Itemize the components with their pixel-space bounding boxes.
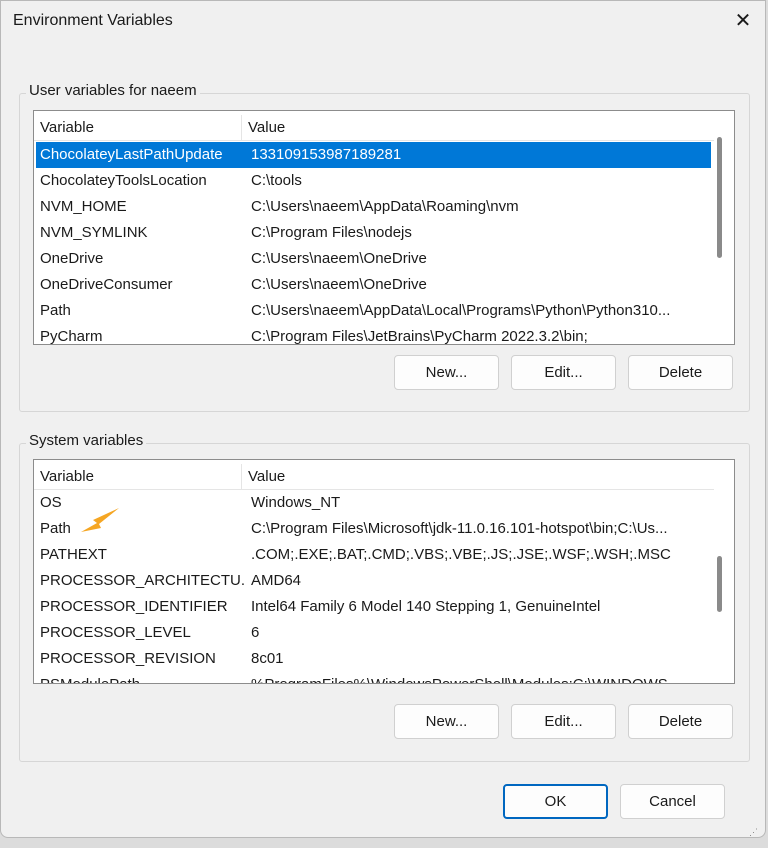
variable-name: OneDriveConsumer xyxy=(36,272,244,298)
variable-name: OS xyxy=(36,490,244,516)
cancel-button[interactable]: Cancel xyxy=(620,784,725,819)
environment-variables-dialog: Environment Variables ✕ User variables f… xyxy=(0,0,766,838)
table-row[interactable]: PROCESSOR_LEVEL6 xyxy=(36,620,711,646)
variable-name: ChocolateyLastPathUpdate xyxy=(36,142,244,168)
variable-name: PROCESSOR_IDENTIFIER xyxy=(36,594,244,620)
table-row[interactable]: PyCharmC:\Program Files\JetBrains\PyChar… xyxy=(36,324,711,345)
variable-name: Path xyxy=(36,298,244,324)
table-row[interactable]: ChocolateyToolsLocationC:\tools xyxy=(36,168,711,194)
variable-value: C:\Users\naeem\AppData\Local\Programs\Py… xyxy=(244,298,711,324)
scrollbar[interactable] xyxy=(717,556,722,612)
table-row[interactable]: NVM_HOMEC:\Users\naeem\AppData\Roaming\n… xyxy=(36,194,711,220)
variable-value: C:\Users\naeem\AppData\Roaming\nvm xyxy=(244,194,711,220)
variable-name: PROCESSOR_LEVEL xyxy=(36,620,244,646)
list-header: Variable Value xyxy=(34,115,714,141)
close-icon[interactable]: ✕ xyxy=(729,7,757,35)
scrollbar[interactable] xyxy=(717,137,722,258)
variable-value: 8c01 xyxy=(244,646,711,672)
variable-value: .COM;.EXE;.BAT;.CMD;.VBS;.VBE;.JS;.JSE;.… xyxy=(244,542,711,568)
variable-name: Path xyxy=(36,516,244,542)
system-variables-list[interactable]: Variable Value OSWindows_NTPathC:\Progra… xyxy=(33,459,735,684)
system-new-button[interactable]: New... xyxy=(394,704,499,739)
variable-name: PSModulePath xyxy=(36,672,244,684)
table-row[interactable]: PSModulePath%ProgramFiles%\WindowsPowerS… xyxy=(36,672,711,684)
column-header-variable[interactable]: Variable xyxy=(34,115,242,140)
variable-value: C:\tools xyxy=(244,168,711,194)
system-variables-group: System variables Variable Value OSWindow… xyxy=(19,443,750,762)
variable-value: %ProgramFiles%\WindowsPowerShell\Modules… xyxy=(244,672,711,684)
user-new-button[interactable]: New... xyxy=(394,355,499,390)
ok-button[interactable]: OK xyxy=(503,784,608,819)
system-delete-button[interactable]: Delete xyxy=(628,704,733,739)
list-header: Variable Value xyxy=(34,464,714,490)
variable-value: 133109153987189281 xyxy=(244,142,711,168)
variable-name: NVM_HOME xyxy=(36,194,244,220)
variable-value: AMD64 xyxy=(244,568,711,594)
variable-name: NVM_SYMLINK xyxy=(36,220,244,246)
system-edit-button[interactable]: Edit... xyxy=(511,704,616,739)
column-header-variable[interactable]: Variable xyxy=(34,464,242,489)
variable-value: C:\Users\naeem\OneDrive xyxy=(244,246,711,272)
variable-name: ChocolateyToolsLocation xyxy=(36,168,244,194)
table-row[interactable]: PROCESSOR_ARCHITECTU...AMD64 xyxy=(36,568,711,594)
variable-value: C:\Program Files\nodejs xyxy=(244,220,711,246)
resize-grip-icon[interactable]: ⋰ xyxy=(749,827,758,838)
variable-value: Intel64 Family 6 Model 140 Stepping 1, G… xyxy=(244,594,711,620)
table-row[interactable]: OneDriveC:\Users\naeem\OneDrive xyxy=(36,246,711,272)
table-row[interactable]: PROCESSOR_REVISION8c01 xyxy=(36,646,711,672)
user-variables-label: User variables for naeem xyxy=(26,82,200,99)
table-row[interactable]: PROCESSOR_IDENTIFIERIntel64 Family 6 Mod… xyxy=(36,594,711,620)
variable-name: PATHEXT xyxy=(36,542,244,568)
column-header-value[interactable]: Value xyxy=(242,115,285,140)
variable-name: PyCharm xyxy=(36,324,244,345)
table-row[interactable]: ChocolateyLastPathUpdate1331091539871892… xyxy=(36,142,711,168)
user-variables-list[interactable]: Variable Value ChocolateyLastPathUpdate1… xyxy=(33,110,735,345)
variable-name: PROCESSOR_REVISION xyxy=(36,646,244,672)
user-delete-button[interactable]: Delete xyxy=(628,355,733,390)
table-row[interactable]: OSWindows_NT xyxy=(36,490,711,516)
table-row[interactable]: NVM_SYMLINKC:\Program Files\nodejs xyxy=(36,220,711,246)
pointer-arrow-icon xyxy=(79,506,121,540)
variable-value: 6 xyxy=(244,620,711,646)
variable-value: C:\Program Files\Microsoft\jdk-11.0.16.1… xyxy=(244,516,711,542)
variable-value: C:\Program Files\JetBrains\PyCharm 2022.… xyxy=(244,324,711,345)
variable-value: C:\Users\naeem\OneDrive xyxy=(244,272,711,298)
user-edit-button[interactable]: Edit... xyxy=(511,355,616,390)
system-variables-label: System variables xyxy=(26,432,146,449)
dialog-title: Environment Variables xyxy=(13,12,173,30)
variable-name: OneDrive xyxy=(36,246,244,272)
variable-name: PROCESSOR_ARCHITECTU... xyxy=(36,568,244,594)
column-header-value[interactable]: Value xyxy=(242,464,285,489)
table-row[interactable]: PathC:\Program Files\Microsoft\jdk-11.0.… xyxy=(36,516,711,542)
user-variables-group: User variables for naeem Variable Value … xyxy=(19,93,750,412)
table-row[interactable]: PathC:\Users\naeem\AppData\Local\Program… xyxy=(36,298,711,324)
variable-value: Windows_NT xyxy=(244,490,711,516)
table-row[interactable]: PATHEXT.COM;.EXE;.BAT;.CMD;.VBS;.VBE;.JS… xyxy=(36,542,711,568)
table-row[interactable]: OneDriveConsumerC:\Users\naeem\OneDrive xyxy=(36,272,711,298)
